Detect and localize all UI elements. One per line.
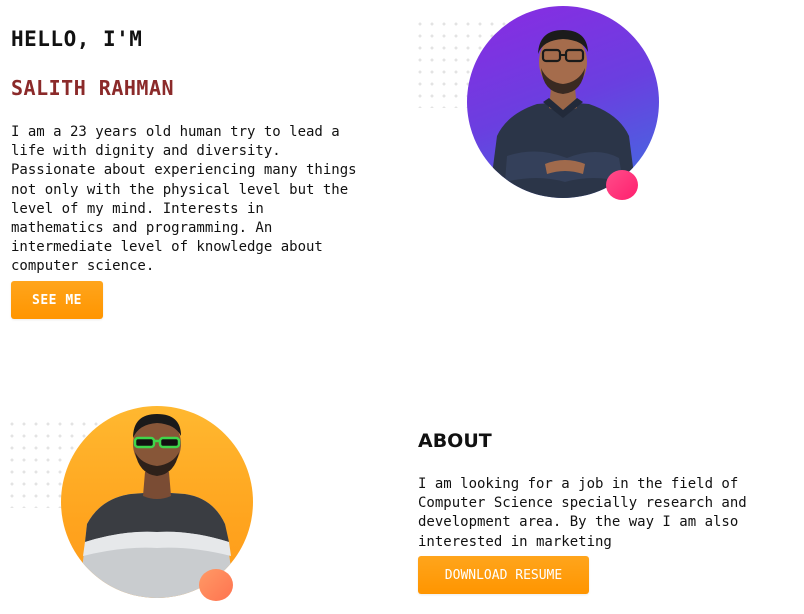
hero-greeting: HELLO, I'M xyxy=(11,27,143,51)
see-me-button[interactable]: SEE ME xyxy=(11,281,103,319)
person-with-glasses-illustration xyxy=(489,30,637,198)
about-heading: ABOUT xyxy=(418,430,492,452)
profile-photo xyxy=(467,6,659,198)
about-text: I am looking for a job in the field of C… xyxy=(418,476,747,550)
person-with-sunglasses-illustration xyxy=(79,414,235,598)
accent-dot xyxy=(606,170,638,200)
about-photo xyxy=(61,406,253,598)
hero-name: SALITH RAHMAN xyxy=(11,76,175,100)
accent-dot xyxy=(199,569,233,601)
hero-bio: I am a 23 years old human try to lead a … xyxy=(11,124,357,275)
download-resume-button[interactable]: DOWNLOAD RESUME xyxy=(418,556,589,594)
